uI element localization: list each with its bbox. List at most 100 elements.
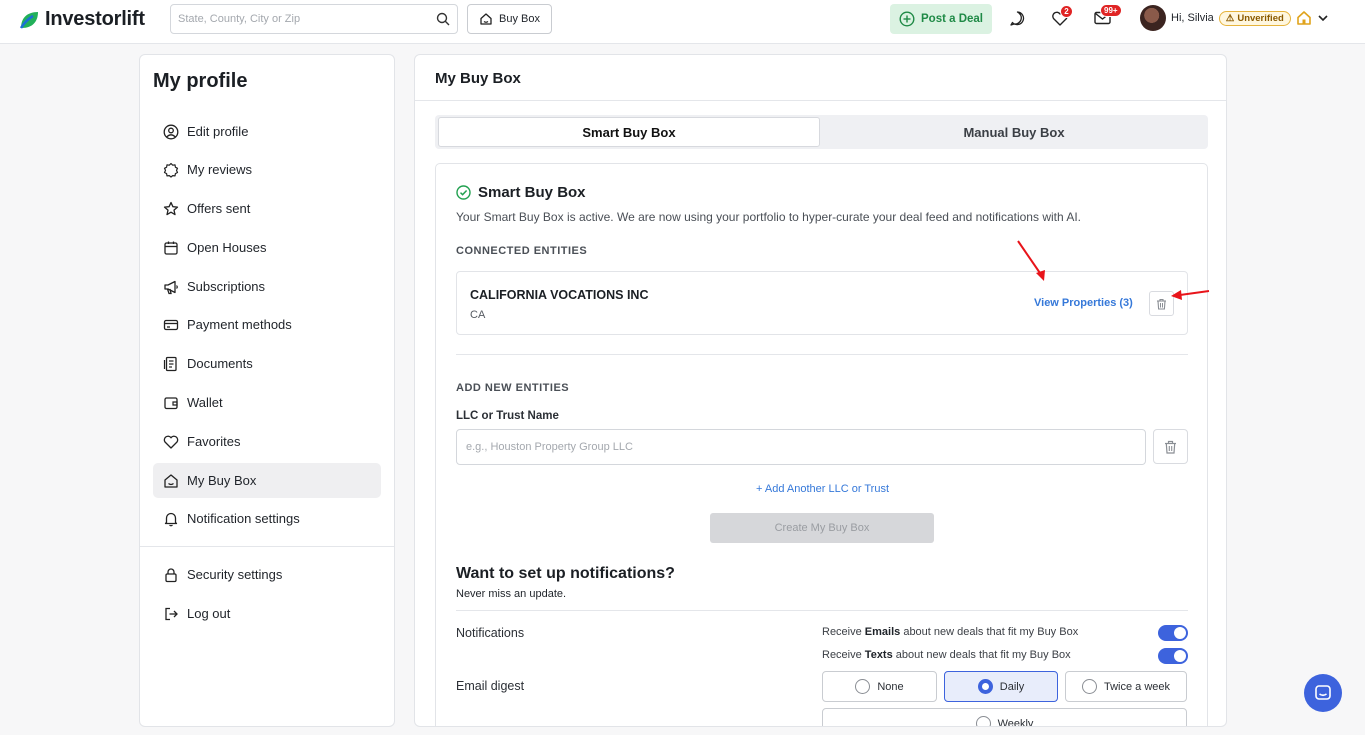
entity-state: CA — [470, 309, 486, 321]
sidebar-item-documents[interactable]: Documents — [153, 346, 381, 381]
email-notifications-toggle[interactable] — [1158, 625, 1188, 641]
notifications-divider — [456, 610, 1188, 611]
toggle-text-suffix: about new deals that fit my Buy Box — [900, 626, 1079, 638]
add-another-llc-link[interactable]: + Add Another LLC or Trust — [436, 483, 1209, 495]
buy-box-label: Buy Box — [499, 13, 540, 25]
chat-icon — [1315, 685, 1331, 700]
sidebar-item-offers-sent[interactable]: Offers sent — [153, 191, 381, 226]
annotation-arrow-icon — [1017, 240, 1045, 281]
badge-star-icon — [163, 162, 179, 178]
sidebar-item-label: Offers sent — [187, 201, 251, 216]
digest-option-twice-a-week[interactable]: Twice a week — [1065, 671, 1187, 702]
annotation-arrow-icon — [1171, 290, 1210, 300]
entity-name: CALIFORNIA VOCATIONS INC — [470, 288, 649, 302]
avatar[interactable] — [1140, 5, 1166, 31]
buy-box-tabs: Smart Buy Box Manual Buy Box — [435, 115, 1208, 149]
lock-icon — [165, 567, 177, 582]
trash-icon — [1165, 440, 1176, 454]
sidebar-item-payment-methods[interactable]: Payment methods — [153, 307, 381, 342]
radio-icon — [1081, 679, 1097, 694]
smart-buy-box-title: Smart Buy Box — [478, 184, 586, 201]
smart-buy-box-heading: Smart Buy Box — [456, 184, 586, 201]
toggle-text-suffix: about new deals that fit my Buy Box — [892, 649, 1071, 661]
logo[interactable]: Investorlift — [18, 8, 145, 31]
house-icon — [164, 473, 178, 488]
user-circle-icon — [163, 124, 179, 139]
document-icon — [163, 356, 177, 371]
search-input[interactable] — [171, 5, 421, 33]
sidebar-item-my-reviews[interactable]: My reviews — [153, 152, 381, 187]
favorites-button[interactable]: 2 — [1051, 5, 1073, 27]
bell-icon — [164, 512, 178, 526]
search-icon[interactable] — [436, 12, 450, 26]
email-digest-label: Email digest — [456, 679, 525, 693]
sidebar-item-wallet[interactable]: Wallet — [153, 385, 381, 420]
post-a-deal-button[interactable]: Post a Deal — [890, 4, 992, 34]
radio-icon — [975, 716, 991, 726]
entities-divider — [456, 354, 1188, 355]
favorites-badge: 2 — [1060, 5, 1073, 18]
sidebar-item-open-houses[interactable]: Open Houses — [153, 230, 381, 265]
text-notifications-toggle[interactable] — [1158, 648, 1188, 664]
view-properties-link[interactable]: View Properties (3) — [1034, 297, 1133, 309]
sidebar-item-subscriptions[interactable]: Subscriptions — [153, 269, 381, 304]
sidebar-item-my-buy-box[interactable]: My Buy Box — [153, 463, 381, 498]
wallet-icon — [164, 396, 178, 409]
home-status-icon — [1296, 11, 1311, 25]
sidebar-item-security-settings[interactable]: Security settings — [153, 557, 381, 592]
sidebar-item-label: My reviews — [187, 162, 253, 177]
greeting: Hi, Silvia — [1171, 12, 1214, 24]
toggle-text-bold: Emails — [864, 626, 901, 638]
messages-button[interactable]: 99+ — [1094, 4, 1122, 25]
sidebar-title: My profile — [153, 70, 248, 92]
digest-option-none[interactable]: None — [822, 671, 937, 702]
search-box[interactable] — [170, 4, 458, 34]
chat-bubble-icon — [1010, 11, 1025, 26]
sidebar-item-label: Security settings — [187, 567, 283, 582]
sidebar-item-notification-settings[interactable]: Notification settings — [153, 501, 381, 536]
check-circle-icon — [456, 185, 471, 200]
megaphone-icon — [164, 280, 178, 294]
sidebar-item-label: Edit profile — [187, 124, 249, 139]
toggle-text-prefix: Receive — [822, 649, 865, 661]
tab-manual-buy-box[interactable]: Manual Buy Box — [823, 117, 1205, 147]
warning-icon: ⚠ — [1225, 12, 1235, 24]
create-my-buy-box-button[interactable]: Create My Buy Box — [710, 513, 934, 543]
sidebar-item-edit-profile[interactable]: Edit profile — [153, 114, 381, 149]
post-a-deal-label: Post a Deal — [921, 13, 983, 25]
notifications-heading: Want to set up notifications? — [456, 565, 675, 582]
sidebar-item-log-out[interactable]: Log out — [153, 596, 381, 631]
digest-option-daily[interactable]: Daily — [944, 671, 1058, 702]
plus-circle-icon — [899, 11, 915, 27]
buy-box-button[interactable]: Buy Box — [467, 4, 552, 34]
toggle-text-bold: Texts — [864, 649, 893, 661]
remove-field-button[interactable] — [1153, 429, 1188, 464]
sidebar-item-label: Favorites — [187, 434, 241, 449]
sidebar-divider — [140, 546, 394, 547]
chevron-down-icon[interactable] — [1317, 12, 1329, 24]
digest-option-label: None — [877, 680, 904, 693]
smart-buy-box-card: Smart Buy Box Your Smart Buy Box is acti… — [435, 163, 1209, 726]
logo-text: Investorlift — [45, 8, 145, 30]
my-buy-box-panel: My Buy Box Smart Buy Box Manual Buy Box … — [414, 54, 1227, 727]
digest-option-weekly[interactable]: Weekly — [822, 708, 1187, 726]
sidebar-item-label: Log out — [187, 606, 231, 621]
sidebar-item-favorites[interactable]: Favorites — [153, 424, 381, 459]
sidebar-item-label: Documents — [187, 356, 253, 371]
logout-icon — [165, 607, 178, 620]
leaf-logo-icon — [19, 11, 38, 29]
user-menu[interactable]: Hi, Silvia ⚠ Unverified — [1140, 5, 1329, 31]
sidebar-item-label: Open Houses — [187, 240, 267, 255]
llc-trust-name-label: LLC or Trust Name — [456, 410, 559, 422]
notifications-label: Notifications — [456, 626, 525, 640]
house-icon — [480, 13, 492, 25]
chat-launcher-button[interactable] — [1304, 674, 1342, 712]
page-title: My Buy Box — [435, 70, 521, 87]
chat-button[interactable] — [1009, 10, 1026, 27]
unverified-badge[interactable]: ⚠ Unverified — [1218, 10, 1291, 26]
toggle-text-prefix: Receive — [822, 626, 865, 638]
heart-icon — [163, 435, 179, 449]
email-toggle-text: Receive Emails about new deals that fit … — [822, 626, 1078, 638]
tab-smart-buy-box[interactable]: Smart Buy Box — [438, 117, 820, 147]
llc-trust-name-input[interactable] — [456, 429, 1146, 465]
